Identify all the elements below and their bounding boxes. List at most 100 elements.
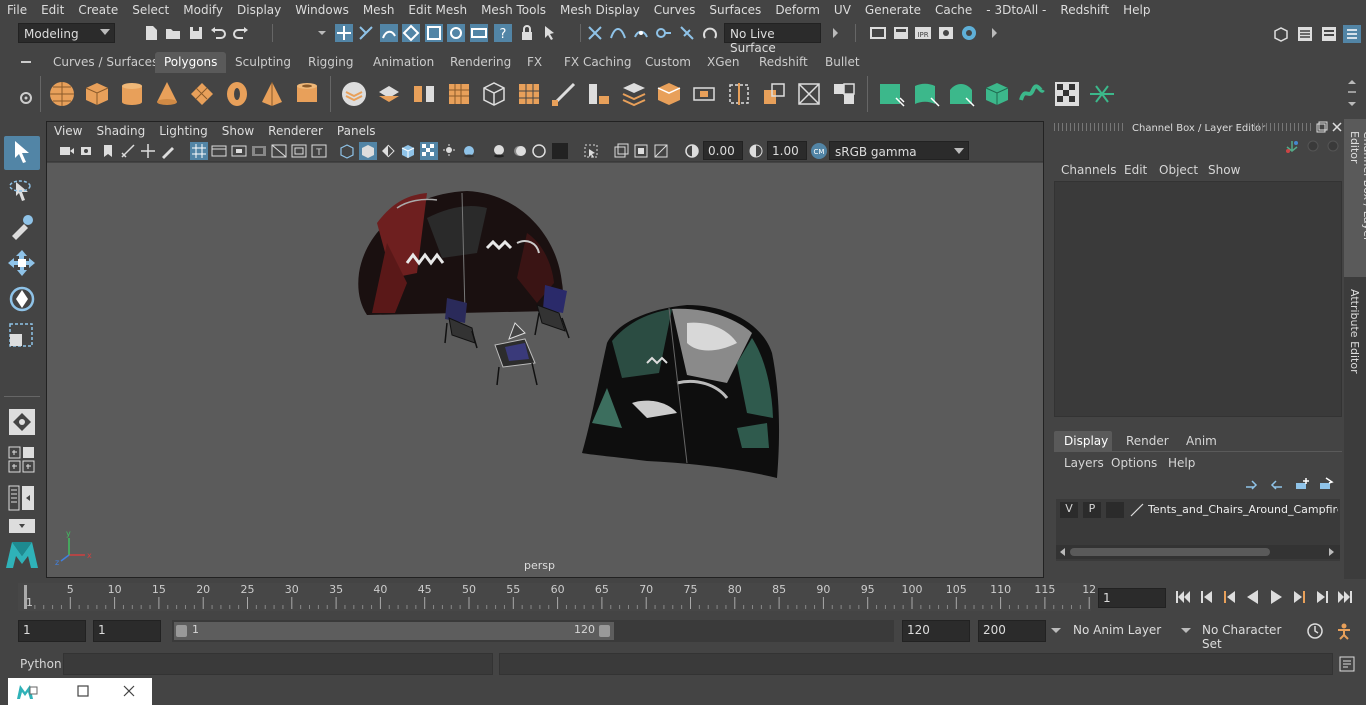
menu-create[interactable]: Create [71, 3, 125, 17]
current-frame-field[interactable]: 1 [1098, 588, 1166, 608]
snap-live-icon[interactable] [678, 24, 696, 42]
color-management-icon[interactable]: CM [810, 142, 828, 160]
motion-blur-icon[interactable] [511, 143, 527, 159]
uv-planar-icon[interactable] [878, 80, 906, 108]
step-back-key-icon[interactable] [1221, 588, 1239, 606]
menu-curves[interactable]: Curves [647, 3, 703, 17]
play-forwards-icon[interactable] [1267, 588, 1285, 606]
menu-modify[interactable]: Modify [176, 3, 230, 17]
wireframe-icon[interactable] [339, 143, 355, 159]
poly-sphere-icon[interactable] [48, 80, 76, 108]
script-editor-icon[interactable] [1339, 656, 1355, 672]
shelf-tab-polygons[interactable]: Polygons [155, 52, 227, 73]
image-plane-icon[interactable] [120, 143, 136, 159]
redo-icon[interactable] [232, 24, 250, 42]
scale-tool-icon[interactable] [6, 320, 38, 350]
channel-box-toggle-icon[interactable] [1343, 25, 1361, 43]
frame-all-icon[interactable] [613, 143, 629, 159]
step-forward-frame-icon[interactable] [1313, 588, 1331, 606]
layer-tab-render[interactable]: Render [1126, 434, 1169, 448]
new-scene-icon[interactable] [142, 24, 160, 42]
use-all-lights-icon[interactable] [441, 143, 457, 159]
animation-end-field[interactable]: 200 [978, 620, 1046, 642]
new-empty-layer-icon[interactable] [1294, 477, 1310, 491]
drag-handle[interactable] [1254, 123, 1314, 131]
menu-file[interactable]: File [0, 3, 34, 17]
grease-pencil-icon[interactable] [160, 143, 176, 159]
layer-playback-toggle[interactable]: P [1083, 502, 1101, 518]
multi-cut-icon[interactable] [725, 80, 753, 108]
snap-curve-icon[interactable] [609, 24, 627, 42]
separate-icon[interactable] [375, 80, 403, 108]
snap-to-surface-icon[interactable]: ? [494, 24, 512, 42]
select-tool-button[interactable] [4, 136, 40, 170]
mode-dropdown[interactable]: Modeling [18, 23, 115, 43]
anti-aliasing-icon[interactable] [531, 143, 547, 159]
poly-plane-icon[interactable] [188, 80, 216, 108]
insert-edge-loop-icon[interactable] [760, 80, 788, 108]
fill-hole-icon[interactable] [690, 80, 718, 108]
select-cursor-icon[interactable] [541, 24, 559, 42]
channels-edit-menu[interactable]: Edit [1124, 163, 1147, 177]
layer-tab-anim[interactable]: Anim [1186, 434, 1217, 448]
shelf-tab-animation[interactable]: Animation [364, 52, 443, 73]
safe-action-icon[interactable] [291, 143, 307, 159]
rotate-tool-icon[interactable] [6, 284, 38, 314]
menu-edit-mesh[interactable]: Edit Mesh [401, 3, 474, 17]
drag-handle[interactable] [1054, 123, 1124, 131]
maya-app-icon[interactable] [16, 683, 38, 701]
snap-together-icon[interactable] [701, 24, 719, 42]
side-tab-channel-box[interactable]: Channel Box / Layer Editor [1344, 119, 1366, 277]
reduce-icon[interactable] [480, 80, 508, 108]
shelf-tab-fx[interactable]: FX [518, 52, 551, 73]
animation-start-field[interactable]: 1 [18, 620, 86, 642]
snap-to-curve-icon[interactable] [425, 24, 443, 42]
animation-preferences-icon[interactable] [1334, 622, 1354, 640]
select-camera-icon[interactable] [59, 143, 75, 159]
shelf-menu-icon[interactable] [18, 54, 34, 70]
menu-generate[interactable]: Generate [858, 3, 928, 17]
poly-pyramid-icon[interactable] [258, 80, 286, 108]
shelf-tab-rigging[interactable]: Rigging [299, 52, 362, 73]
chevron-right-icon[interactable] [826, 24, 844, 42]
render-settings-icon[interactable] [937, 24, 955, 42]
gamma-field[interactable]: 1.00 [767, 141, 807, 160]
shelf-tab-custom[interactable]: Custom [636, 52, 700, 73]
open-scene-icon[interactable] [164, 24, 182, 42]
undo-icon[interactable] [209, 24, 227, 42]
save-scene-icon[interactable] [187, 24, 205, 42]
workspace-icon[interactable] [1272, 25, 1290, 43]
poly-cone-icon[interactable] [153, 80, 181, 108]
snap-grid-icon[interactable] [586, 24, 604, 42]
last-tool-icon[interactable] [8, 408, 36, 436]
viewport-menu-shading[interactable]: Shading [89, 124, 152, 138]
layer-visibility-toggle[interactable]: V [1060, 502, 1078, 518]
snap-to-view-plane-icon[interactable] [470, 24, 488, 42]
frame-selection-icon[interactable] [633, 143, 649, 159]
3d-scene-canvas[interactable]: x y z persp [47, 163, 1043, 577]
snap-point-icon[interactable] [632, 24, 650, 42]
target-weld-icon[interactable] [830, 80, 858, 108]
layer-tab-display[interactable]: Display [1054, 431, 1112, 451]
layer-list-scrollbar[interactable] [1056, 545, 1340, 559]
gamma-icon[interactable] [748, 143, 764, 159]
select-by-object-icon[interactable] [380, 24, 398, 42]
bookmark-icon[interactable] [100, 143, 116, 159]
maximize-window-icon[interactable] [76, 684, 90, 698]
go-to-start-icon[interactable] [1174, 588, 1192, 606]
side-tab-attribute-editor[interactable]: Attribute Editor [1348, 289, 1361, 374]
film-gate-icon[interactable] [211, 143, 227, 159]
menu-cache[interactable]: Cache [928, 3, 979, 17]
shelf-tab-redshift[interactable]: Redshift [750, 52, 817, 73]
layer-display-type-toggle[interactable] [1106, 502, 1124, 518]
go-to-end-icon[interactable] [1336, 588, 1354, 606]
poly-pipe-icon[interactable] [293, 80, 321, 108]
select-by-component-icon[interactable] [357, 24, 375, 42]
chevron-right-icon[interactable] [985, 24, 1003, 42]
uv-layout-icon[interactable] [1088, 80, 1116, 108]
viewport-menu-panels[interactable]: Panels [330, 124, 383, 138]
exposure-field[interactable]: 0.00 [703, 141, 743, 160]
shelf-tab-sculpting[interactable]: Sculpting [226, 52, 300, 73]
anim-layer-dropdown[interactable]: No Anim Layer [1068, 620, 1176, 642]
auto-key-icon[interactable] [1306, 622, 1324, 640]
